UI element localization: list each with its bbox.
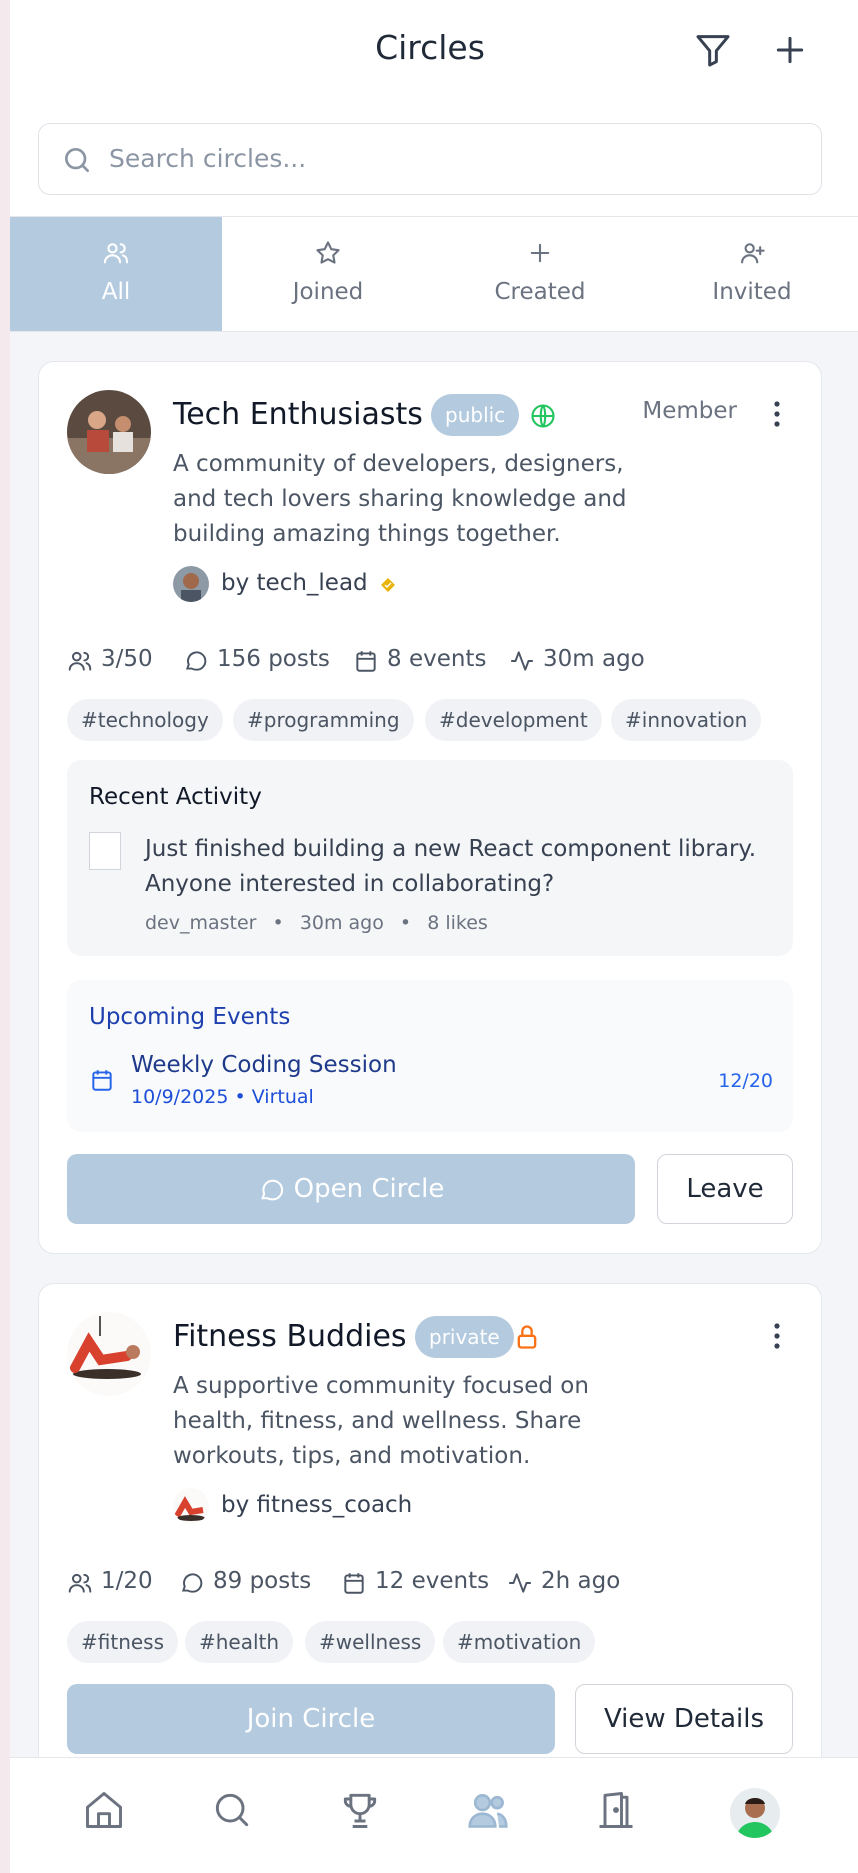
owner-avatar: [173, 1488, 209, 1524]
users-icon: [103, 243, 129, 264]
circles-page: Circles Search circles... All Joined Cre…: [0, 0, 858, 1873]
activity-icon: [509, 1573, 531, 1593]
membership-role: Member: [642, 398, 737, 424]
users-icon[interactable]: [466, 1788, 514, 1836]
calendar-icon: [344, 1573, 364, 1594]
filter-icon[interactable]: [693, 30, 733, 70]
tab-created[interactable]: Created: [434, 217, 646, 331]
owner-name: by tech_lead: [221, 570, 368, 596]
search-placeholder: Search circles...: [109, 144, 307, 173]
calendar-icon: [92, 1070, 112, 1091]
event-capacity: 12/20: [718, 1070, 773, 1092]
header: Circles Search circles...: [10, 0, 858, 216]
tag[interactable]: #motivation: [443, 1621, 596, 1663]
recent-activity-heading: Recent Activity: [89, 784, 262, 810]
author-avatar: [89, 832, 121, 870]
door-icon[interactable]: [594, 1788, 642, 1836]
upcoming-events-heading: Upcoming Events: [89, 1004, 291, 1030]
search-icon: [65, 148, 89, 172]
tag[interactable]: #development: [425, 699, 602, 741]
event-details: 10/9/2025 • Virtual: [131, 1086, 314, 1108]
users-icon: [68, 651, 92, 671]
tag[interactable]: #technology: [67, 699, 223, 741]
calendar-icon: [356, 651, 376, 672]
chat-icon: [260, 1179, 283, 1200]
tab-label: Joined: [292, 279, 364, 305]
verified-badge-icon: [381, 578, 395, 592]
visibility-badge: public: [431, 394, 520, 436]
leave-button[interactable]: Leave: [657, 1154, 793, 1224]
search-input[interactable]: Search circles...: [38, 123, 822, 195]
tab-all[interactable]: All: [10, 217, 222, 331]
circle-description: A supportive community focused on health…: [173, 1373, 589, 1469]
circle-name: Fitness Buddies: [173, 1319, 407, 1354]
circle-card: Fitness Buddies private A supportive com…: [38, 1283, 822, 1803]
circle-description: A community of developers, designers, an…: [173, 451, 627, 547]
left-edge: [0, 0, 10, 1873]
circle-avatar: [67, 1312, 151, 1396]
owner-name: by fitness_coach: [221, 1492, 413, 1518]
tag[interactable]: #innovation: [611, 699, 762, 741]
more-options-icon[interactable]: [773, 400, 781, 428]
tag[interactable]: #health: [185, 1621, 294, 1663]
upcoming-events: Upcoming Events Weekly Coding Session 10…: [67, 980, 793, 1132]
tab-label: Invited: [712, 279, 792, 305]
user-plus-icon: [741, 243, 765, 264]
tab-label: All: [101, 279, 131, 305]
view-details-button[interactable]: View Details: [575, 1684, 793, 1754]
open-circle-button[interactable]: Open Circle: [67, 1154, 635, 1224]
circle-card: Tech Enthusiasts public Member A communi…: [38, 361, 822, 1254]
add-circle-icon[interactable]: [770, 30, 810, 70]
recent-activity: Recent Activity Just finished building a…: [67, 760, 793, 956]
trophy-icon[interactable]: [338, 1788, 386, 1836]
tag[interactable]: #wellness: [305, 1621, 436, 1663]
bottom-navigation: [10, 1757, 858, 1873]
home-icon[interactable]: [82, 1788, 130, 1836]
filter-tabs: All Joined Created Invited: [10, 216, 858, 332]
users-icon: [68, 1573, 92, 1593]
circle-avatar: [67, 390, 151, 474]
profile-avatar[interactable]: [730, 1788, 780, 1838]
join-circle-button[interactable]: Join Circle: [67, 1684, 555, 1754]
owner-avatar: [173, 566, 209, 602]
globe-icon: [531, 404, 555, 428]
visibility-badge: private: [415, 1316, 514, 1358]
activity-text: Just finished building a new React compo…: [145, 836, 757, 897]
chat-icon: [185, 651, 207, 671]
activity-meta: dev_master • 30m ago • 8 likes: [145, 912, 488, 934]
plus-icon: [530, 243, 550, 263]
tab-label: Created: [494, 279, 586, 305]
activity-icon: [511, 651, 533, 671]
tag[interactable]: #programming: [233, 699, 414, 741]
circle-name: Tech Enthusiasts: [173, 397, 423, 432]
lock-icon: [517, 1325, 537, 1349]
event-name[interactable]: Weekly Coding Session: [131, 1052, 397, 1078]
star-icon: [316, 241, 340, 264]
tab-joined[interactable]: Joined: [222, 217, 434, 331]
search-icon[interactable]: [210, 1788, 258, 1836]
tag[interactable]: #fitness: [67, 1621, 179, 1663]
tab-invited[interactable]: Invited: [646, 217, 858, 331]
more-options-icon[interactable]: [773, 1322, 781, 1350]
chat-icon: [181, 1573, 203, 1593]
